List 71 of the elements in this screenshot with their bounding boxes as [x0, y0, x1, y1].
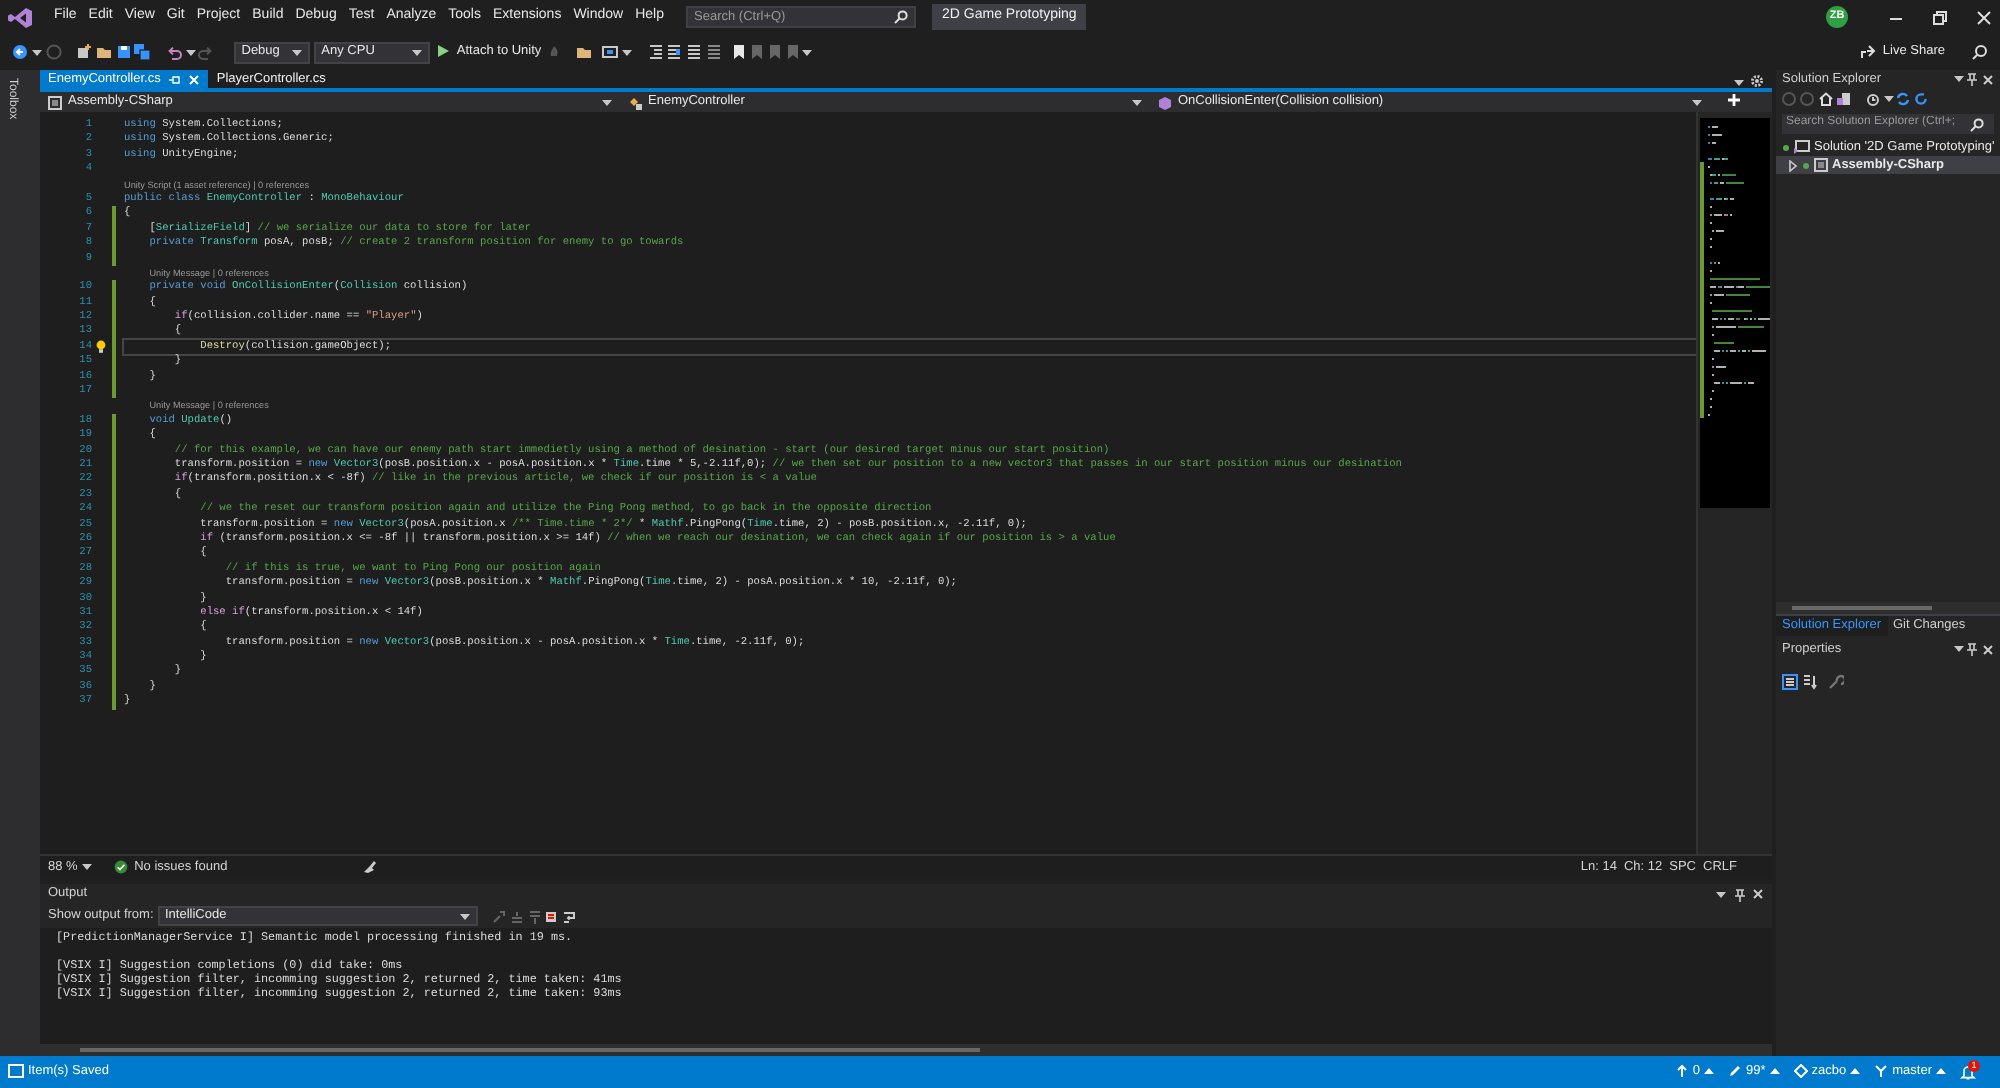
output-window-icon[interactable] [8, 1064, 24, 1079]
close-icon[interactable] [1982, 643, 1994, 655]
caret-icon [291, 47, 302, 57]
settings-icon[interactable] [1750, 74, 1764, 88]
save-icon[interactable] [115, 44, 131, 60]
lightbulb-icon[interactable] [96, 339, 106, 354]
home-icon[interactable] [1817, 92, 1833, 106]
logo-icon [8, 5, 32, 29]
solution-icon [1794, 140, 1810, 154]
pin-icon[interactable] [1966, 72, 1979, 86]
diamond-icon [1793, 1064, 1808, 1079]
sort-icon[interactable] [1801, 674, 1818, 690]
window-icon[interactable] [602, 44, 619, 60]
caret-icon [459, 911, 469, 922]
expand-icon[interactable] [1788, 159, 1798, 171]
up-arrow-icon [1676, 1064, 1689, 1079]
search-icon [1970, 117, 1984, 131]
share-icon [1860, 44, 1877, 60]
check-circle-icon[interactable] [113, 860, 128, 875]
caret-icon [1936, 1066, 1946, 1077]
caret-icon[interactable] [622, 47, 633, 57]
split-icon[interactable] [1726, 92, 1742, 108]
caret-icon [1850, 1066, 1861, 1077]
caret-icon[interactable] [1734, 78, 1744, 88]
branch-icon [1874, 1064, 1889, 1079]
project-icon [48, 95, 62, 109]
folder-icon[interactable] [95, 44, 112, 60]
pin-icon[interactable] [1966, 642, 1979, 656]
caret-icon[interactable] [1716, 889, 1726, 900]
caret-icon [1692, 97, 1702, 107]
folder-icon[interactable] [575, 44, 592, 60]
clear-icon[interactable] [544, 909, 559, 924]
caret-icon[interactable] [31, 47, 42, 57]
feedback-icon[interactable] [1972, 44, 1988, 60]
search-icon[interactable] [894, 10, 909, 24]
caret-icon [602, 97, 612, 107]
outdent-icon[interactable] [647, 44, 664, 60]
project-icon [1814, 158, 1828, 172]
caret-icon[interactable] [802, 47, 813, 57]
bookmark-icon[interactable] [732, 44, 747, 60]
caret-icon [1132, 97, 1142, 107]
wrap-icon[interactable] [562, 909, 576, 924]
caret-icon[interactable] [1883, 94, 1893, 104]
play-icon [436, 44, 451, 59]
indent-icon[interactable] [666, 44, 683, 60]
caret-icon [1704, 1066, 1714, 1077]
new-item-icon[interactable] [76, 44, 92, 60]
pin-icon[interactable] [1733, 887, 1745, 902]
caret-icon [1769, 1066, 1780, 1077]
history-icon[interactable] [1865, 92, 1880, 106]
pin-icon [168, 73, 181, 85]
class-icon [628, 95, 642, 109]
caret-icon[interactable] [1953, 74, 1963, 84]
bell-icon[interactable] [1960, 1063, 1976, 1080]
restore-icon[interactable] [1932, 9, 1948, 25]
close-icon[interactable] [1752, 888, 1764, 901]
save-all-icon[interactable] [134, 44, 151, 60]
sync-icon[interactable] [1896, 92, 1911, 106]
close-icon[interactable] [1982, 73, 1994, 85]
undo-icon[interactable] [165, 44, 182, 60]
scrollbar-thumb[interactable] [80, 1048, 980, 1052]
caret-icon[interactable] [1953, 644, 1963, 654]
caret-icon[interactable] [185, 47, 195, 57]
refresh-icon[interactable] [1914, 92, 1928, 106]
close-icon [188, 73, 201, 85]
categorized-icon[interactable] [1782, 674, 1798, 690]
pencil-icon [1728, 1064, 1742, 1079]
scrollbar-thumb[interactable] [1792, 606, 1932, 610]
caret-icon [411, 47, 422, 57]
close-icon[interactable] [1976, 9, 1992, 25]
caret-icon [81, 862, 92, 873]
